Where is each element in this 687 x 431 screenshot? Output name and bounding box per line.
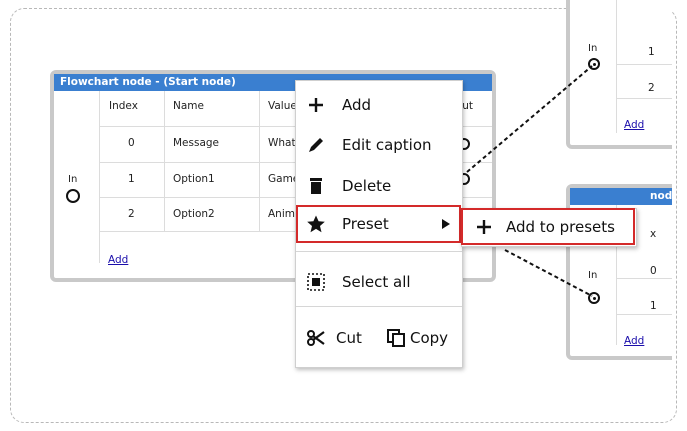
menu-item-label: Copy [410, 329, 449, 347]
menu-item-label: Select all [342, 273, 411, 291]
menu-item-edit-caption[interactable]: Edit caption [296, 129, 462, 161]
scissors-icon [307, 330, 325, 346]
connection-wire [504, 249, 593, 297]
select-all-icon [307, 273, 325, 291]
preset-submenu[interactable]: Add to presets [461, 208, 637, 247]
menu-item-label: Add to presets [506, 218, 615, 236]
star-icon [307, 215, 325, 233]
menu-item-add-to-presets[interactable]: Add to presets [462, 211, 636, 243]
connection-wire [466, 65, 593, 173]
trash-icon [310, 178, 322, 194]
menu-separator [296, 306, 462, 307]
plus-icon [477, 220, 491, 234]
context-menu[interactable]: Add Edit caption Delete Preset Select al… [295, 80, 463, 368]
menu-item-label: Cut [336, 329, 362, 347]
menu-item-select-all[interactable]: Select all [296, 266, 462, 298]
menu-item-cut[interactable]: Cut [296, 322, 366, 354]
plus-icon [309, 98, 323, 112]
menu-item-preset[interactable]: Preset [296, 208, 462, 240]
menu-item-delete[interactable]: Delete [296, 170, 462, 202]
menu-item-label: Edit caption [342, 136, 432, 154]
menu-item-label: Delete [342, 177, 392, 195]
menu-item-label: Add [342, 96, 372, 114]
menu-item-copy[interactable]: Copy [376, 322, 460, 354]
flowchart-canvas[interactable]: In 1 2 Add node x In 0 1 Add Flowchart n… [0, 0, 672, 431]
pencil-icon [309, 138, 323, 152]
submenu-arrow-icon [442, 219, 450, 229]
menu-separator [296, 251, 462, 252]
menu-item-label: Preset [342, 215, 389, 233]
copy-icon [387, 329, 405, 347]
menu-item-add[interactable]: Add [296, 89, 462, 121]
